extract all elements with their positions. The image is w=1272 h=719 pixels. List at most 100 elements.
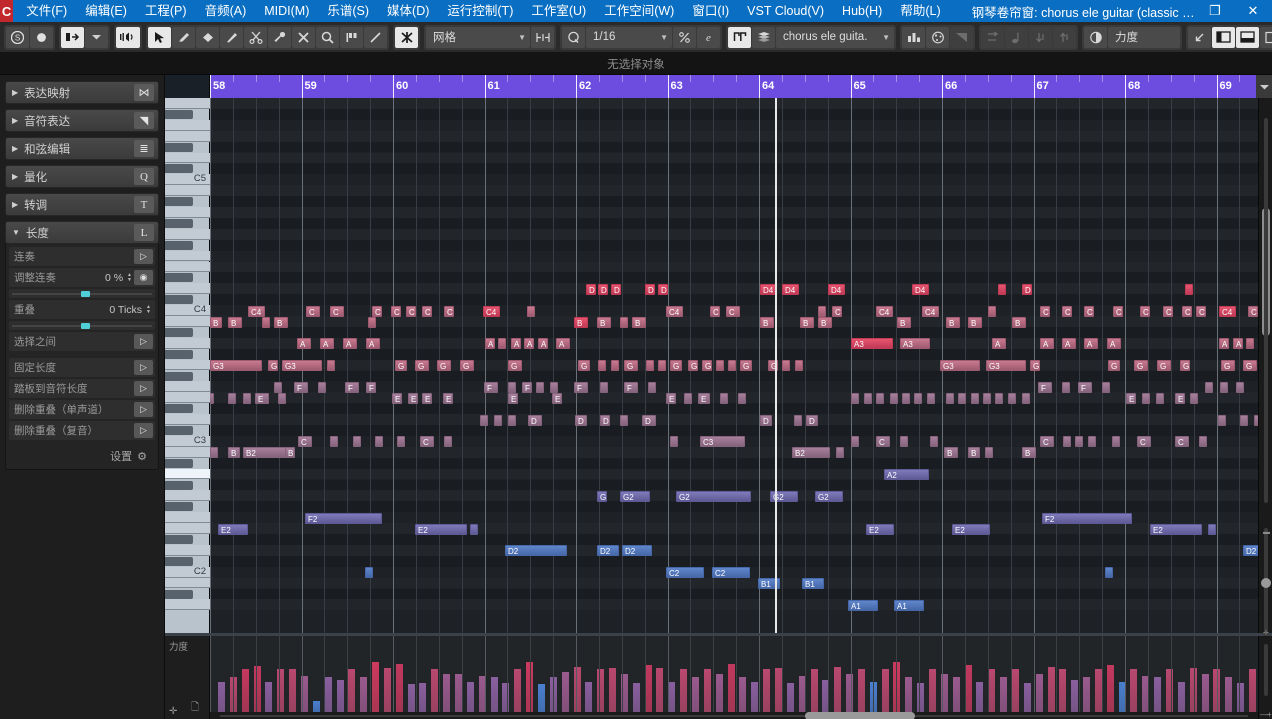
midi-note[interactable]: D2: [1243, 545, 1258, 557]
white-key-E3[interactable]: [165, 392, 210, 404]
record-button[interactable]: [30, 26, 53, 48]
midi-note[interactable]: [782, 360, 790, 372]
midi-note[interactable]: [600, 381, 608, 393]
midi-note[interactable]: [1208, 523, 1216, 535]
midi-note[interactable]: G: [395, 360, 407, 372]
midi-note[interactable]: [890, 392, 898, 404]
midi-note[interactable]: C: [1062, 305, 1072, 317]
midi-note[interactable]: [318, 381, 326, 393]
piano-keyboard[interactable]: C5 C4 C3 C2: [165, 98, 210, 633]
midi-note[interactable]: G: [1180, 360, 1190, 372]
velocity-bar[interactable]: [407, 683, 415, 712]
midi-note[interactable]: [818, 305, 826, 317]
midi-note[interactable]: [876, 392, 884, 404]
velocity-bar[interactable]: [443, 673, 451, 712]
midi-note[interactable]: [1190, 392, 1198, 404]
midi-note[interactable]: [278, 392, 286, 404]
note-lane[interactable]: [210, 185, 1258, 197]
velocity-canvas[interactable]: [210, 636, 1258, 719]
velocity-bar[interactable]: [632, 682, 640, 712]
midi-note[interactable]: [1008, 392, 1016, 404]
midi-note[interactable]: [1205, 381, 1213, 393]
midi-note[interactable]: G: [1134, 360, 1148, 372]
white-key-A4[interactable]: [165, 207, 210, 218]
black-key-As2[interactable]: [165, 458, 193, 468]
snap-to-grid-button[interactable]: [531, 26, 554, 48]
length-row-6[interactable]: 删除重叠（单声道） ▷: [9, 400, 155, 419]
apply-button[interactable]: ▷: [134, 360, 153, 375]
white-key-G5[interactable]: [165, 98, 210, 109]
apply-button[interactable]: ▷: [134, 334, 153, 349]
midi-note[interactable]: F: [624, 381, 638, 393]
midi-note[interactable]: D: [600, 414, 610, 426]
note-lane[interactable]: [212, 381, 213, 393]
midi-note[interactable]: [368, 316, 376, 328]
midi-note[interactable]: C: [422, 305, 432, 317]
velocity-bar[interactable]: [929, 669, 936, 712]
midi-note[interactable]: A1: [848, 599, 878, 611]
menu-item-8[interactable]: 工作室(U): [522, 0, 595, 22]
midi-note[interactable]: D2: [622, 545, 652, 557]
note-lane[interactable]: [210, 544, 1258, 556]
inspector-section-badge[interactable]: ≣: [134, 140, 154, 157]
midi-note[interactable]: G: [268, 360, 278, 372]
velocity-bar[interactable]: [348, 669, 356, 712]
black-key-Fs5[interactable]: [165, 109, 193, 119]
midi-note[interactable]: A3: [851, 338, 893, 350]
independent-track-loop-icon[interactable]: [728, 26, 751, 48]
velocity-bar[interactable]: [1225, 676, 1233, 712]
velocity-bar[interactable]: [419, 682, 427, 712]
black-key-Cs4[interactable]: [165, 295, 193, 305]
velocity-bar[interactable]: [656, 668, 664, 712]
split-tool[interactable]: [244, 26, 267, 48]
white-key-D2[interactable]: [165, 544, 210, 556]
velocity-bar[interactable]: [763, 669, 771, 712]
velocity-bar[interactable]: [1000, 676, 1008, 712]
white-key-A2[interactable]: [165, 468, 210, 480]
midi-note[interactable]: D: [1022, 283, 1032, 295]
midi-note[interactable]: B: [818, 316, 832, 328]
midi-note[interactable]: E2: [415, 523, 467, 535]
midi-note[interactable]: D2: [505, 545, 567, 557]
white-key-B3[interactable]: [165, 316, 210, 327]
velocity-bar[interactable]: [360, 676, 368, 712]
menu-item-9[interactable]: 工作空间(W): [595, 0, 683, 22]
midi-note[interactable]: [598, 360, 606, 372]
erase-tool[interactable]: [196, 26, 219, 48]
note-lane[interactable]: [210, 457, 1258, 469]
midi-note[interactable]: [794, 414, 802, 426]
midi-note[interactable]: B: [574, 316, 588, 328]
inspector-section-badge[interactable]: ⋈: [134, 84, 154, 101]
midi-note[interactable]: B: [285, 447, 295, 459]
midi-note[interactable]: G: [702, 360, 712, 372]
black-key-Ds2[interactable]: [165, 535, 193, 544]
black-key-Fs3[interactable]: [165, 371, 193, 381]
midi-note[interactable]: C3: [700, 436, 745, 448]
draw-line-tool[interactable]: [364, 26, 387, 48]
velocity-bar[interactable]: [834, 667, 842, 712]
inspector-section-header-1[interactable]: ▶ 音符表达 ◥: [5, 109, 159, 132]
inspector-section-badge[interactable]: L: [134, 224, 154, 241]
note-lane[interactable]: [210, 141, 1258, 153]
midi-note[interactable]: E2: [1150, 523, 1202, 535]
note-lane[interactable]: [212, 250, 213, 262]
midi-note[interactable]: [353, 436, 361, 448]
menu-item-1[interactable]: 编辑(E): [76, 0, 136, 22]
velocity-bar[interactable]: [727, 664, 735, 712]
velocity-bar[interactable]: [573, 667, 581, 712]
midi-note[interactable]: [274, 381, 282, 393]
midi-note[interactable]: [658, 360, 666, 372]
midi-note[interactable]: C4: [922, 305, 939, 317]
midi-note[interactable]: A: [297, 338, 311, 350]
velocity-bar[interactable]: [1059, 669, 1067, 712]
spinner-arrows[interactable]: ▲ ▼: [127, 272, 132, 283]
midi-note[interactable]: [228, 392, 236, 404]
quantize-edit-button[interactable]: e: [697, 26, 720, 48]
midi-note[interactable]: A: [485, 338, 495, 350]
vscroll-track[interactable]: [1264, 118, 1268, 503]
note-lane[interactable]: [210, 523, 1258, 534]
midi-note[interactable]: B: [228, 447, 240, 459]
midi-note[interactable]: [1218, 414, 1226, 426]
velocity-bar[interactable]: [703, 669, 711, 712]
midi-note[interactable]: G: [1030, 360, 1040, 372]
